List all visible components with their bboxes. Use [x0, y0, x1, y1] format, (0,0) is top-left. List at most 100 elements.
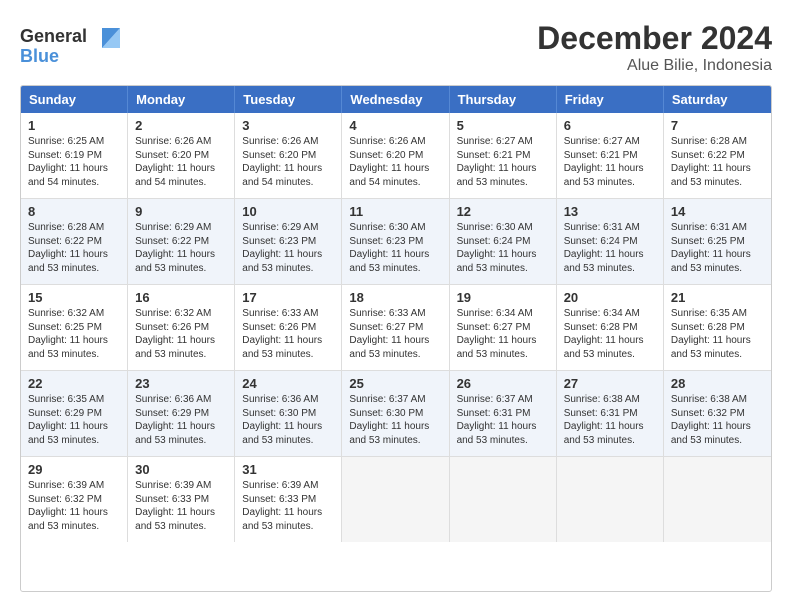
- cell-info: Sunrise: 6:27 AM Sunset: 6:21 PM Dayligh…: [457, 135, 549, 189]
- cell-info: Sunrise: 6:35 AM Sunset: 6:29 PM Dayligh…: [28, 393, 120, 447]
- day-number: 9: [135, 204, 227, 219]
- cell-info: Sunrise: 6:26 AM Sunset: 6:20 PM Dayligh…: [242, 135, 334, 189]
- calendar-header-cell: Sunday: [21, 86, 128, 113]
- calendar-cell: 6Sunrise: 6:27 AM Sunset: 6:21 PM Daylig…: [557, 113, 664, 198]
- day-number: 21: [671, 290, 764, 305]
- day-number: 22: [28, 376, 120, 391]
- cell-info: Sunrise: 6:30 AM Sunset: 6:24 PM Dayligh…: [457, 221, 549, 275]
- page: General Blue December 2024 Alue Bilie, I…: [0, 0, 792, 612]
- calendar-cell: [450, 457, 557, 542]
- cell-info: Sunrise: 6:38 AM Sunset: 6:32 PM Dayligh…: [671, 393, 764, 447]
- calendar-cell: 20 Sunrise: 6:34 AM Sunset: 6:28 PM Dayli…: [557, 285, 664, 370]
- day-number: 4: [349, 118, 441, 133]
- calendar-cell: 22 Sunrise: 6:35 AM Sunset: 6:29 PM Dayli…: [21, 371, 128, 456]
- cell-info: Sunrise: 6:29 AM Sunset: 6:23 PM Dayligh…: [242, 221, 334, 275]
- cell-info: Sunrise: 6:39 AM Sunset: 6:32 PM Dayligh…: [28, 479, 120, 533]
- calendar-cell: 29 Sunrise: 6:39 AM Sunset: 6:32 PM Dayli…: [21, 457, 128, 542]
- calendar-cell: 2 Sunrise: 6:26 AM Sunset: 6:20 PM Daylig…: [128, 113, 235, 198]
- calendar-header-cell: Tuesday: [235, 86, 342, 113]
- cell-info: Sunrise: 6:33 AM Sunset: 6:27 PM Dayligh…: [349, 307, 441, 361]
- cell-info: Sunrise: 6:33 AM Sunset: 6:26 PM Dayligh…: [242, 307, 334, 361]
- svg-text:Blue: Blue: [20, 46, 59, 66]
- day-number: 29: [28, 462, 120, 477]
- calendar-row: 22 Sunrise: 6:35 AM Sunset: 6:29 PM Dayli…: [21, 371, 771, 457]
- day-number: 13: [564, 204, 656, 219]
- cell-info: Sunrise: 6:39 AM Sunset: 6:33 PM Dayligh…: [242, 479, 334, 533]
- calendar-row: 8 Sunrise: 6:28 AM Sunset: 6:22 PM Daylig…: [21, 199, 771, 285]
- calendar-row: 1 Sunrise: 6:25 AM Sunset: 6:19 PM Daylig…: [21, 113, 771, 199]
- calendar-cell: [342, 457, 449, 542]
- logo-text: General Blue: [20, 20, 130, 73]
- calendar-cell: 28Sunrise: 6:38 AM Sunset: 6:32 PM Dayli…: [664, 371, 771, 456]
- calendar-cell: 14Sunrise: 6:31 AM Sunset: 6:25 PM Dayli…: [664, 199, 771, 284]
- calendar-cell: 17 Sunrise: 6:33 AM Sunset: 6:26 PM Dayli…: [235, 285, 342, 370]
- cell-info: Sunrise: 6:35 AM Sunset: 6:28 PM Dayligh…: [671, 307, 764, 361]
- calendar-header-cell: Friday: [557, 86, 664, 113]
- day-number: 8: [28, 204, 120, 219]
- day-number: 20: [564, 290, 656, 305]
- cell-info: Sunrise: 6:30 AM Sunset: 6:23 PM Dayligh…: [349, 221, 441, 275]
- calendar-cell: 7Sunrise: 6:28 AM Sunset: 6:22 PM Daylig…: [664, 113, 771, 198]
- title-section: December 2024 Alue Bilie, Indonesia: [537, 20, 772, 75]
- calendar-cell: 23 Sunrise: 6:36 AM Sunset: 6:29 PM Dayli…: [128, 371, 235, 456]
- header: General Blue December 2024 Alue Bilie, I…: [20, 20, 772, 75]
- cell-info: Sunrise: 6:34 AM Sunset: 6:27 PM Dayligh…: [457, 307, 549, 361]
- cell-info: Sunrise: 6:38 AM Sunset: 6:31 PM Dayligh…: [564, 393, 656, 447]
- calendar-cell: 4 Sunrise: 6:26 AM Sunset: 6:20 PM Daylig…: [342, 113, 449, 198]
- calendar-cell: 21 Sunrise: 6:35 AM Sunset: 6:28 PM Dayli…: [664, 285, 771, 370]
- calendar-cell: [557, 457, 664, 542]
- calendar-cell: 31 Sunrise: 6:39 AM Sunset: 6:33 PM Dayli…: [235, 457, 342, 542]
- cell-info: Sunrise: 6:28 AM Sunset: 6:22 PM Dayligh…: [28, 221, 120, 275]
- subtitle: Alue Bilie, Indonesia: [537, 57, 772, 75]
- day-number: 30: [135, 462, 227, 477]
- day-number: 25: [349, 376, 441, 391]
- calendar-row: 15Sunrise: 6:32 AM Sunset: 6:25 PM Dayli…: [21, 285, 771, 371]
- main-title: December 2024: [537, 20, 772, 57]
- cell-info: Sunrise: 6:36 AM Sunset: 6:29 PM Dayligh…: [135, 393, 227, 447]
- calendar-cell: 9Sunrise: 6:29 AM Sunset: 6:22 PM Daylig…: [128, 199, 235, 284]
- calendar-cell: 8 Sunrise: 6:28 AM Sunset: 6:22 PM Daylig…: [21, 199, 128, 284]
- day-number: 3: [242, 118, 334, 133]
- logo: General Blue: [20, 20, 130, 73]
- calendar-header-cell: Wednesday: [342, 86, 449, 113]
- calendar-cell: 16 Sunrise: 6:32 AM Sunset: 6:26 PM Dayli…: [128, 285, 235, 370]
- calendar-cell: 15Sunrise: 6:32 AM Sunset: 6:25 PM Dayli…: [21, 285, 128, 370]
- day-number: 26: [457, 376, 549, 391]
- cell-info: Sunrise: 6:27 AM Sunset: 6:21 PM Dayligh…: [564, 135, 656, 189]
- calendar-cell: [664, 457, 771, 542]
- day-number: 16: [135, 290, 227, 305]
- day-number: 23: [135, 376, 227, 391]
- calendar-body: 1 Sunrise: 6:25 AM Sunset: 6:19 PM Daylig…: [21, 113, 771, 542]
- calendar-cell: 19 Sunrise: 6:34 AM Sunset: 6:27 PM Dayli…: [450, 285, 557, 370]
- calendar-cell: 11 Sunrise: 6:30 AM Sunset: 6:23 PM Dayli…: [342, 199, 449, 284]
- cell-info: Sunrise: 6:34 AM Sunset: 6:28 PM Dayligh…: [564, 307, 656, 361]
- cell-info: Sunrise: 6:26 AM Sunset: 6:20 PM Dayligh…: [349, 135, 441, 189]
- cell-info: Sunrise: 6:31 AM Sunset: 6:24 PM Dayligh…: [564, 221, 656, 275]
- cell-info: Sunrise: 6:32 AM Sunset: 6:26 PM Dayligh…: [135, 307, 227, 361]
- day-number: 24: [242, 376, 334, 391]
- cell-info: Sunrise: 6:31 AM Sunset: 6:25 PM Dayligh…: [671, 221, 764, 275]
- calendar-cell: 13 Sunrise: 6:31 AM Sunset: 6:24 PM Dayli…: [557, 199, 664, 284]
- cell-info: Sunrise: 6:39 AM Sunset: 6:33 PM Dayligh…: [135, 479, 227, 533]
- cell-info: Sunrise: 6:25 AM Sunset: 6:19 PM Dayligh…: [28, 135, 120, 189]
- calendar-cell: 26 Sunrise: 6:37 AM Sunset: 6:31 PM Dayli…: [450, 371, 557, 456]
- day-number: 17: [242, 290, 334, 305]
- day-number: 1: [28, 118, 120, 133]
- calendar-cell: 27 Sunrise: 6:38 AM Sunset: 6:31 PM Dayli…: [557, 371, 664, 456]
- day-number: 15: [28, 290, 120, 305]
- calendar-cell: 25 Sunrise: 6:37 AM Sunset: 6:30 PM Dayli…: [342, 371, 449, 456]
- cell-info: Sunrise: 6:37 AM Sunset: 6:30 PM Dayligh…: [349, 393, 441, 447]
- day-number: 2: [135, 118, 227, 133]
- calendar-cell: 5Sunrise: 6:27 AM Sunset: 6:21 PM Daylig…: [450, 113, 557, 198]
- day-number: 19: [457, 290, 549, 305]
- cell-info: Sunrise: 6:26 AM Sunset: 6:20 PM Dayligh…: [135, 135, 227, 189]
- day-number: 11: [349, 204, 441, 219]
- calendar-header-cell: Saturday: [664, 86, 771, 113]
- day-number: 27: [564, 376, 656, 391]
- day-number: 31: [242, 462, 334, 477]
- day-number: 12: [457, 204, 549, 219]
- cell-info: Sunrise: 6:37 AM Sunset: 6:31 PM Dayligh…: [457, 393, 549, 447]
- calendar-header-cell: Monday: [128, 86, 235, 113]
- calendar-cell: 18Sunrise: 6:33 AM Sunset: 6:27 PM Dayli…: [342, 285, 449, 370]
- calendar-header-cell: Thursday: [450, 86, 557, 113]
